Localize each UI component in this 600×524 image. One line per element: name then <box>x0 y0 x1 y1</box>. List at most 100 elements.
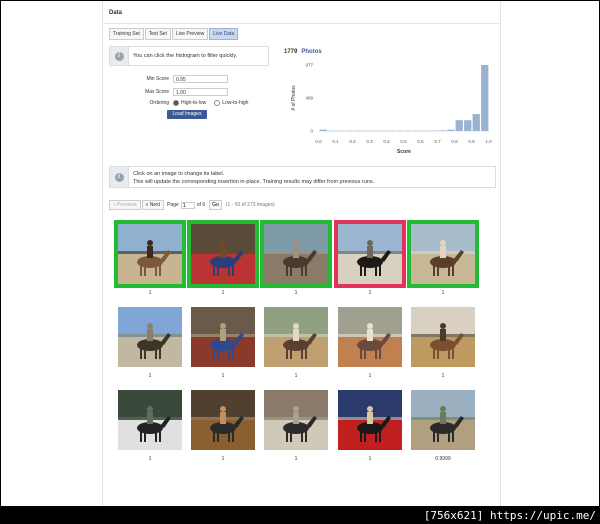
image-score: 1 <box>148 373 152 379</box>
image-score: 1 <box>221 290 225 296</box>
histogram-bar[interactable] <box>438 130 446 131</box>
previous-button[interactable]: « Previous <box>109 200 141 210</box>
histogram-hint-text: You can click the histogram to filter qu… <box>133 53 238 59</box>
histogram-bar[interactable] <box>447 129 455 131</box>
histogram-bar[interactable] <box>472 114 480 131</box>
page-of-label: of 6 <box>196 202 206 208</box>
label-info-line1: Click on an image to change its label. <box>133 171 225 177</box>
image-thumbnail-frame[interactable] <box>334 303 406 371</box>
rider-on-horse-photo <box>118 307 182 367</box>
y-axis-label: # of Photos <box>291 85 297 111</box>
x-tick-label: 0.0 <box>315 139 322 144</box>
image-score: 1 <box>441 373 445 379</box>
image-thumbnail-frame[interactable] <box>260 220 332 288</box>
image-thumbnail-frame[interactable] <box>187 386 259 454</box>
histogram-bar[interactable] <box>481 65 489 131</box>
histogram-bar[interactable] <box>396 130 404 132</box>
histogram-header: 1779 Photos <box>284 49 322 55</box>
max-score-row: Max Score 1.00 <box>109 88 228 96</box>
label-info-line2: This will update the corresponding inser… <box>133 178 375 185</box>
label-info-note: i Click on an image to change its label.… <box>109 166 496 188</box>
min-score-label: Min Score <box>146 76 169 82</box>
min-score-input[interactable]: 0.95 <box>173 75 228 83</box>
x-tick-label: 1.0 <box>485 139 492 144</box>
image-thumbnail-frame[interactable] <box>114 220 186 288</box>
screenshot-frame: Data Training Set Test Set Live Preview … <box>0 0 600 507</box>
histogram-bar[interactable] <box>421 130 429 132</box>
histogram-bar[interactable] <box>370 130 378 132</box>
tab-bar: Training Set Test Set Live Preview Live … <box>109 28 239 40</box>
image-thumbnail-frame[interactable] <box>334 220 406 288</box>
histogram-bar[interactable] <box>379 130 387 132</box>
histogram-bar[interactable] <box>455 120 463 131</box>
radio-high-to-low-label[interactable]: High-to-low <box>181 100 206 106</box>
histogram-bar[interactable] <box>404 130 412 132</box>
next-button[interactable]: » Next <box>141 200 165 210</box>
y-tick-label: 977 <box>305 63 313 68</box>
image-thumbnail-frame[interactable] <box>334 386 406 454</box>
tab-test-set[interactable]: Test Set <box>144 28 171 40</box>
histogram-bar[interactable] <box>387 130 395 132</box>
page-label: Page <box>167 202 179 208</box>
image-range: (1 - 50 of 273 images) <box>225 202 275 208</box>
histogram-bar[interactable] <box>328 130 336 132</box>
load-images-button[interactable]: Load Images <box>167 110 207 119</box>
min-score-row: Min Score 0.95 <box>109 75 228 83</box>
image-score: 1 <box>368 290 372 296</box>
image-thumbnail-frame[interactable] <box>407 303 479 371</box>
x-tick-label: 0.9 <box>468 139 475 144</box>
histogram-bar[interactable] <box>464 120 472 131</box>
image-thumbnail-frame[interactable] <box>407 386 479 454</box>
histogram-bar[interactable] <box>362 130 370 132</box>
pagination: « Previous » Next Page 1 of 6 Go (1 - 50… <box>109 200 275 210</box>
data-panel: Data Training Set Test Set Live Preview … <box>102 1 501 506</box>
histogram-bar[interactable] <box>353 130 361 132</box>
histogram-bar[interactable] <box>430 130 438 132</box>
hint-icon-box: i <box>110 47 129 65</box>
radio-low-to-high-label[interactable]: Low-to-high <box>222 100 248 106</box>
max-score-label: Max Score <box>145 89 169 95</box>
label-info-text: Click on an image to change its label. T… <box>133 171 374 186</box>
image-thumbnail-frame[interactable] <box>114 386 186 454</box>
image-thumbnail-frame[interactable] <box>114 303 186 371</box>
page-input[interactable]: 1 <box>180 201 195 209</box>
x-tick-label: 0.8 <box>451 139 458 144</box>
x-tick-label: 0.5 <box>400 139 407 144</box>
go-button[interactable]: Go <box>209 200 222 210</box>
tab-live-data[interactable]: Live Data <box>209 28 239 40</box>
histogram-bar[interactable] <box>345 130 353 132</box>
rider-on-horse-photo <box>338 307 402 367</box>
radio-low-to-high[interactable] <box>214 100 221 106</box>
x-tick-label: 0.1 <box>332 139 339 144</box>
tab-training-set[interactable]: Training Set <box>109 28 144 40</box>
image-thumbnail-frame[interactable] <box>187 220 259 288</box>
image-thumbnail-frame[interactable] <box>407 220 479 288</box>
image-thumbnail-frame[interactable] <box>260 386 332 454</box>
info-icon: i <box>114 51 124 61</box>
image-thumbnail-frame[interactable] <box>260 303 332 371</box>
max-score-input[interactable]: 1.00 <box>173 88 228 96</box>
info-icon-box: i <box>110 167 129 187</box>
x-tick-label: 0.6 <box>417 139 424 144</box>
image-score: 1 <box>368 373 372 379</box>
image-score: 1 <box>148 456 152 462</box>
histogram-bar[interactable] <box>413 130 421 132</box>
rider-on-horse-photo <box>411 390 475 450</box>
y-tick-label: 489 <box>305 95 313 100</box>
image-thumbnail-frame[interactable] <box>187 303 259 371</box>
x-tick-label: 0.3 <box>366 139 373 144</box>
x-tick-label: 0.4 <box>383 139 390 144</box>
radio-high-to-low[interactable] <box>173 100 179 106</box>
image-score: 1 <box>294 290 298 296</box>
panel-header: Data <box>103 1 500 24</box>
rider-on-horse-photo <box>118 390 182 450</box>
x-axis-label: Score <box>397 149 411 155</box>
ordering-row: Ordering High-to-low Low-to-high <box>109 100 256 106</box>
histogram-bar[interactable] <box>336 130 344 132</box>
rider-on-horse-photo <box>338 390 402 450</box>
tab-live-preview[interactable]: Live Preview <box>171 28 209 40</box>
rider-on-horse-photo <box>338 224 402 284</box>
histogram-bar[interactable] <box>319 129 327 131</box>
rider-on-horse-photo <box>191 224 255 284</box>
score-histogram[interactable]: 0 489 977 0.0 0.1 0.2 0.3 0.4 0.5 0.6 0.7 0.8 0.9 1.0… <box>283 59 495 159</box>
